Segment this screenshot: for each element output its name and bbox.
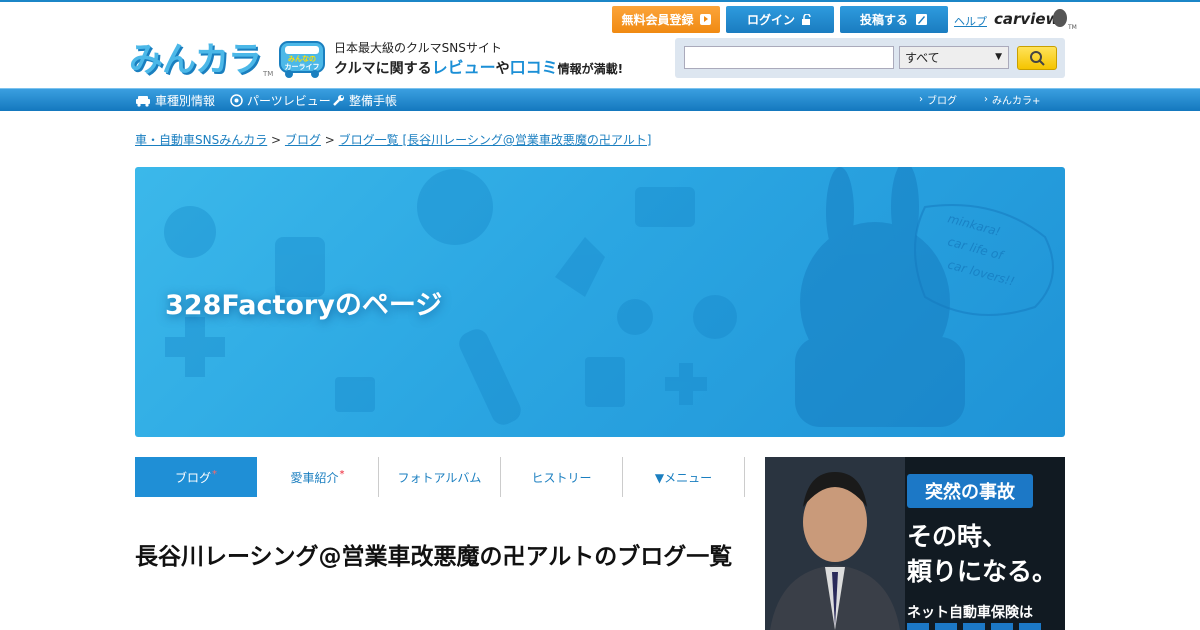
tab-star: * — [212, 468, 217, 480]
search-select-value: すべて — [905, 51, 940, 65]
tab-star: * — [339, 468, 345, 480]
ad-block — [1019, 623, 1041, 630]
pencil-icon — [916, 13, 927, 25]
tagline-kuchikomi: 口コミ — [509, 58, 558, 77]
breadcrumb-separator: > — [324, 133, 335, 147]
ticket-icon — [635, 187, 695, 227]
insurance-ad-banner[interactable]: 突然の事故 その時、 頼りになる。 ネット自動車保険は — [765, 457, 1065, 630]
tab-menu[interactable]: ▼メニュー — [623, 457, 745, 497]
ad-line2: 頼りになる。 — [907, 557, 1058, 586]
nav-label: 整備手帳 — [349, 94, 398, 108]
speech-bubble-icon — [417, 169, 493, 245]
login-button[interactable]: ログイン — [726, 6, 834, 33]
tab-label: ▼メニュー — [654, 470, 713, 485]
ad-blocks — [907, 623, 1041, 630]
tab-label: ブログ — [174, 470, 211, 485]
badge-line1: みんなの — [288, 54, 316, 63]
search-area: すべて ▼ — [675, 38, 1065, 78]
tagline: 日本最大級のクルマSNSサイト クルマに関するレビューや口コミ情報が満載! — [334, 40, 623, 81]
lock-icon — [802, 13, 811, 25]
ad-block — [935, 623, 957, 630]
carview-logo[interactable]: carview — [994, 10, 1059, 28]
document-icon — [585, 357, 625, 407]
ad-block — [991, 623, 1013, 630]
login-label: ログイン — [746, 13, 795, 27]
nav-item-car-info[interactable]: 車種別情報 — [135, 92, 215, 109]
tab-photo-album[interactable]: フォトアルバム — [379, 457, 501, 497]
post-label: 投稿する — [859, 13, 908, 27]
nav-label: みんカラ+ — [992, 96, 1041, 107]
chevron-down-icon: ▼ — [995, 52, 1002, 62]
art-text-3: car lovers!! — [946, 257, 1016, 288]
car-icon — [136, 95, 150, 107]
ad-badge: 突然の事故 — [907, 474, 1033, 508]
mascot-car-icon — [795, 337, 965, 427]
site-header: みんカラ TM みんなの カーライフ 日本最大級のクルマSNSサイト クルマに関… — [0, 2, 1200, 88]
nav-item-maintenance[interactable]: 整備手帳 — [332, 92, 397, 109]
tagline-1: 日本最大級のクルマSNSサイト — [334, 41, 502, 55]
tab-blog[interactable]: ブログ * — [135, 457, 257, 497]
register-button[interactable]: 無料会員登録 — [612, 6, 720, 33]
car-front-icon — [693, 295, 737, 339]
car-life-badge-icon: みんなの カーライフ — [279, 41, 325, 78]
search-button[interactable] — [1017, 46, 1057, 70]
plus-small-icon — [665, 363, 707, 405]
chat-icon — [617, 299, 653, 335]
tab-car-intro[interactable]: 愛車紹介 * — [257, 457, 379, 497]
profile-tabs: ブログ * 愛車紹介 * フォトアルバム ヒストリー ▼メニュー — [135, 457, 745, 497]
tagline-2a: クルマに関する — [334, 61, 432, 77]
search-category-select[interactable]: すべて ▼ — [899, 46, 1009, 69]
ad-person-image — [765, 457, 905, 630]
breadcrumb-blog[interactable]: ブログ — [285, 133, 321, 147]
minkara-logo[interactable]: みんカラ TM — [129, 40, 273, 80]
chart-icon — [335, 377, 375, 412]
breadcrumb-separator: > — [271, 133, 282, 147]
breadcrumb-blog-list[interactable]: ブログ一覧 [長谷川レーシング@営業車改悪魔の卍アルト] — [339, 133, 652, 147]
breadcrumb: 車・自動車SNSみんカラ > ブログ > ブログ一覧 [長谷川レーシング@営業車… — [135, 131, 652, 148]
breadcrumb-home[interactable]: 車・自動車SNSみんカラ — [135, 133, 267, 147]
global-nav: 車種別情報 パーツレビュー 整備手帳 › ブログ › みんカラ+ — [0, 88, 1200, 111]
thumbs-up-icon — [555, 237, 605, 297]
tagline-2c: や — [495, 61, 510, 77]
logo-text: みんカラ — [129, 40, 262, 80]
wrench-icon — [333, 95, 344, 106]
register-label: 無料会員登録 — [621, 13, 694, 27]
play-arrow-icon — [699, 14, 711, 25]
logo-tm: TM — [263, 70, 274, 78]
plus-icon — [165, 317, 225, 377]
nav-label: ブログ — [927, 96, 957, 107]
tagline-review: レビュー — [431, 58, 496, 77]
nav-label: 車種別情報 — [155, 94, 216, 108]
ad-line1: その時、 — [907, 522, 1008, 551]
tagline-2e: 情報が満載! — [557, 62, 624, 76]
chevron-right-icon: › — [919, 94, 923, 105]
ad-block — [907, 623, 929, 630]
wrench-art-icon — [459, 329, 521, 425]
tab-label: 愛車紹介 — [290, 470, 339, 485]
tab-history[interactable]: ヒストリー — [501, 457, 623, 497]
nav-item-blog[interactable]: › ブログ — [919, 92, 957, 107]
parts-icon — [230, 94, 243, 107]
help-link[interactable]: ヘルプ — [954, 13, 987, 29]
carview-tm: TM — [1068, 24, 1077, 31]
page-title: 長谷川レーシング@営業車改悪魔の卍アルトのブログ一覧 — [135, 544, 733, 570]
ad-block — [963, 623, 985, 630]
tab-label: ヒストリー — [531, 470, 592, 485]
profile-hero-banner: minkara! car life of car lovers!! 328Fac… — [135, 167, 1065, 437]
carview-mark-icon — [1053, 9, 1067, 27]
nav-label: パーツレビュー — [247, 94, 331, 108]
search-icon — [1030, 51, 1045, 66]
post-button[interactable]: 投稿する — [840, 6, 948, 33]
tagline-2: クルマに関するレビューや口コミ情報が満載! — [334, 56, 623, 81]
nav-item-minkara-plus[interactable]: › みんカラ+ — [984, 92, 1040, 107]
chevron-right-icon: › — [984, 94, 988, 105]
search-input[interactable] — [684, 46, 894, 69]
hero-title: 328Factoryのページ — [165, 290, 443, 321]
nav-item-parts-review[interactable]: パーツレビュー — [230, 92, 331, 109]
ad-line3: ネット自動車保険は — [907, 605, 1033, 621]
steering-wheel-icon — [164, 206, 216, 258]
badge-line2: カーライフ — [285, 63, 320, 71]
tab-label: フォトアルバム — [397, 470, 482, 485]
